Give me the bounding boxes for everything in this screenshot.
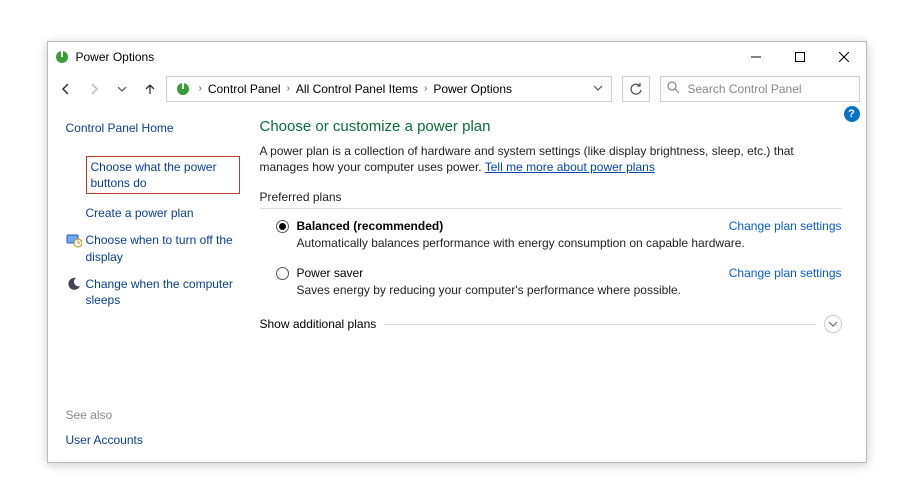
- sidebar: Control Panel Home Choose what the power…: [48, 106, 248, 463]
- divider: [384, 324, 815, 325]
- titlebar: Power Options: [48, 42, 866, 72]
- page-title: Choose or customize a power plan: [260, 118, 842, 135]
- see-also-user-accounts[interactable]: User Accounts: [66, 432, 240, 448]
- show-additional-plans-row[interactable]: Show additional plans: [260, 315, 842, 333]
- address-bar[interactable]: › Control Panel › All Control Panel Item…: [166, 76, 612, 102]
- sidebar-link[interactable]: Change when the computer sleeps: [86, 276, 240, 308]
- page-description: A power plan is a collection of hardware…: [260, 143, 842, 177]
- forward-button[interactable]: [82, 77, 106, 101]
- chevron-down-icon[interactable]: [824, 315, 842, 333]
- plan-name[interactable]: Power saver: [297, 266, 364, 280]
- navigation-bar: › Control Panel › All Control Panel Item…: [48, 72, 866, 106]
- sidebar-link[interactable]: Create a power plan: [86, 205, 240, 221]
- change-plan-settings-link[interactable]: Change plan settings: [729, 219, 842, 233]
- power-options-window: Power Options › Control P: [47, 41, 867, 464]
- plan-name[interactable]: Balanced (recommended): [297, 219, 444, 233]
- plan-balanced: Balanced (recommended) Change plan setti…: [276, 219, 842, 250]
- moon-icon: [66, 276, 82, 295]
- chevron-down-icon[interactable]: [589, 82, 607, 96]
- content-area: Control Panel Home Choose what the power…: [48, 106, 866, 463]
- divider: [260, 208, 842, 209]
- chevron-right-icon: ›: [420, 83, 431, 94]
- minimize-button[interactable]: [734, 42, 778, 72]
- refresh-button[interactable]: [622, 76, 650, 102]
- power-options-icon: [54, 49, 70, 65]
- sidebar-item-display-off[interactable]: Choose when to turn off the display: [66, 232, 240, 264]
- chevron-right-icon: ›: [195, 83, 206, 94]
- sidebar-link[interactable]: Choose when to turn off the display: [86, 232, 240, 264]
- plan-radio-power-saver[interactable]: [276, 267, 289, 280]
- see-also-label: See also: [66, 408, 240, 422]
- change-plan-settings-link[interactable]: Change plan settings: [729, 266, 842, 280]
- breadcrumb-item[interactable]: Power Options: [431, 82, 514, 96]
- help-icon[interactable]: ?: [844, 106, 860, 122]
- breadcrumb-item[interactable]: All Control Panel Items: [294, 82, 420, 96]
- main-panel: ? Choose or customize a power plan A pow…: [248, 106, 866, 463]
- plan-description: Saves energy by reducing your computer's…: [297, 283, 842, 297]
- sidebar-link[interactable]: Choose what the power buttons do: [86, 156, 240, 194]
- maximize-button[interactable]: [778, 42, 822, 72]
- show-additional-label: Show additional plans: [260, 317, 377, 331]
- close-button[interactable]: [822, 42, 866, 72]
- search-input[interactable]: Search Control Panel: [660, 76, 860, 102]
- tell-me-more-link[interactable]: Tell me more about power plans: [485, 160, 655, 174]
- preferred-plans-label: Preferred plans: [260, 190, 842, 204]
- power-options-icon: [175, 81, 191, 97]
- display-timer-icon: [66, 232, 82, 251]
- plan-description: Automatically balances performance with …: [297, 236, 842, 250]
- chevron-right-icon: ›: [283, 83, 294, 94]
- sidebar-item-create-plan[interactable]: Create a power plan: [66, 205, 240, 221]
- plan-radio-balanced[interactable]: [276, 220, 289, 233]
- sidebar-item-sleep[interactable]: Change when the computer sleeps: [66, 276, 240, 308]
- search-icon: [667, 81, 680, 97]
- search-placeholder: Search Control Panel: [688, 82, 802, 96]
- up-button[interactable]: [138, 77, 162, 101]
- breadcrumb-item[interactable]: Control Panel: [206, 82, 283, 96]
- back-button[interactable]: [54, 77, 78, 101]
- window-title: Power Options: [76, 50, 155, 64]
- control-panel-home-link[interactable]: Control Panel Home: [66, 120, 240, 136]
- sidebar-item-power-buttons[interactable]: Choose what the power buttons do: [66, 156, 240, 194]
- recent-locations-button[interactable]: [110, 77, 134, 101]
- plan-power-saver: Power saver Change plan settings Saves e…: [276, 266, 842, 297]
